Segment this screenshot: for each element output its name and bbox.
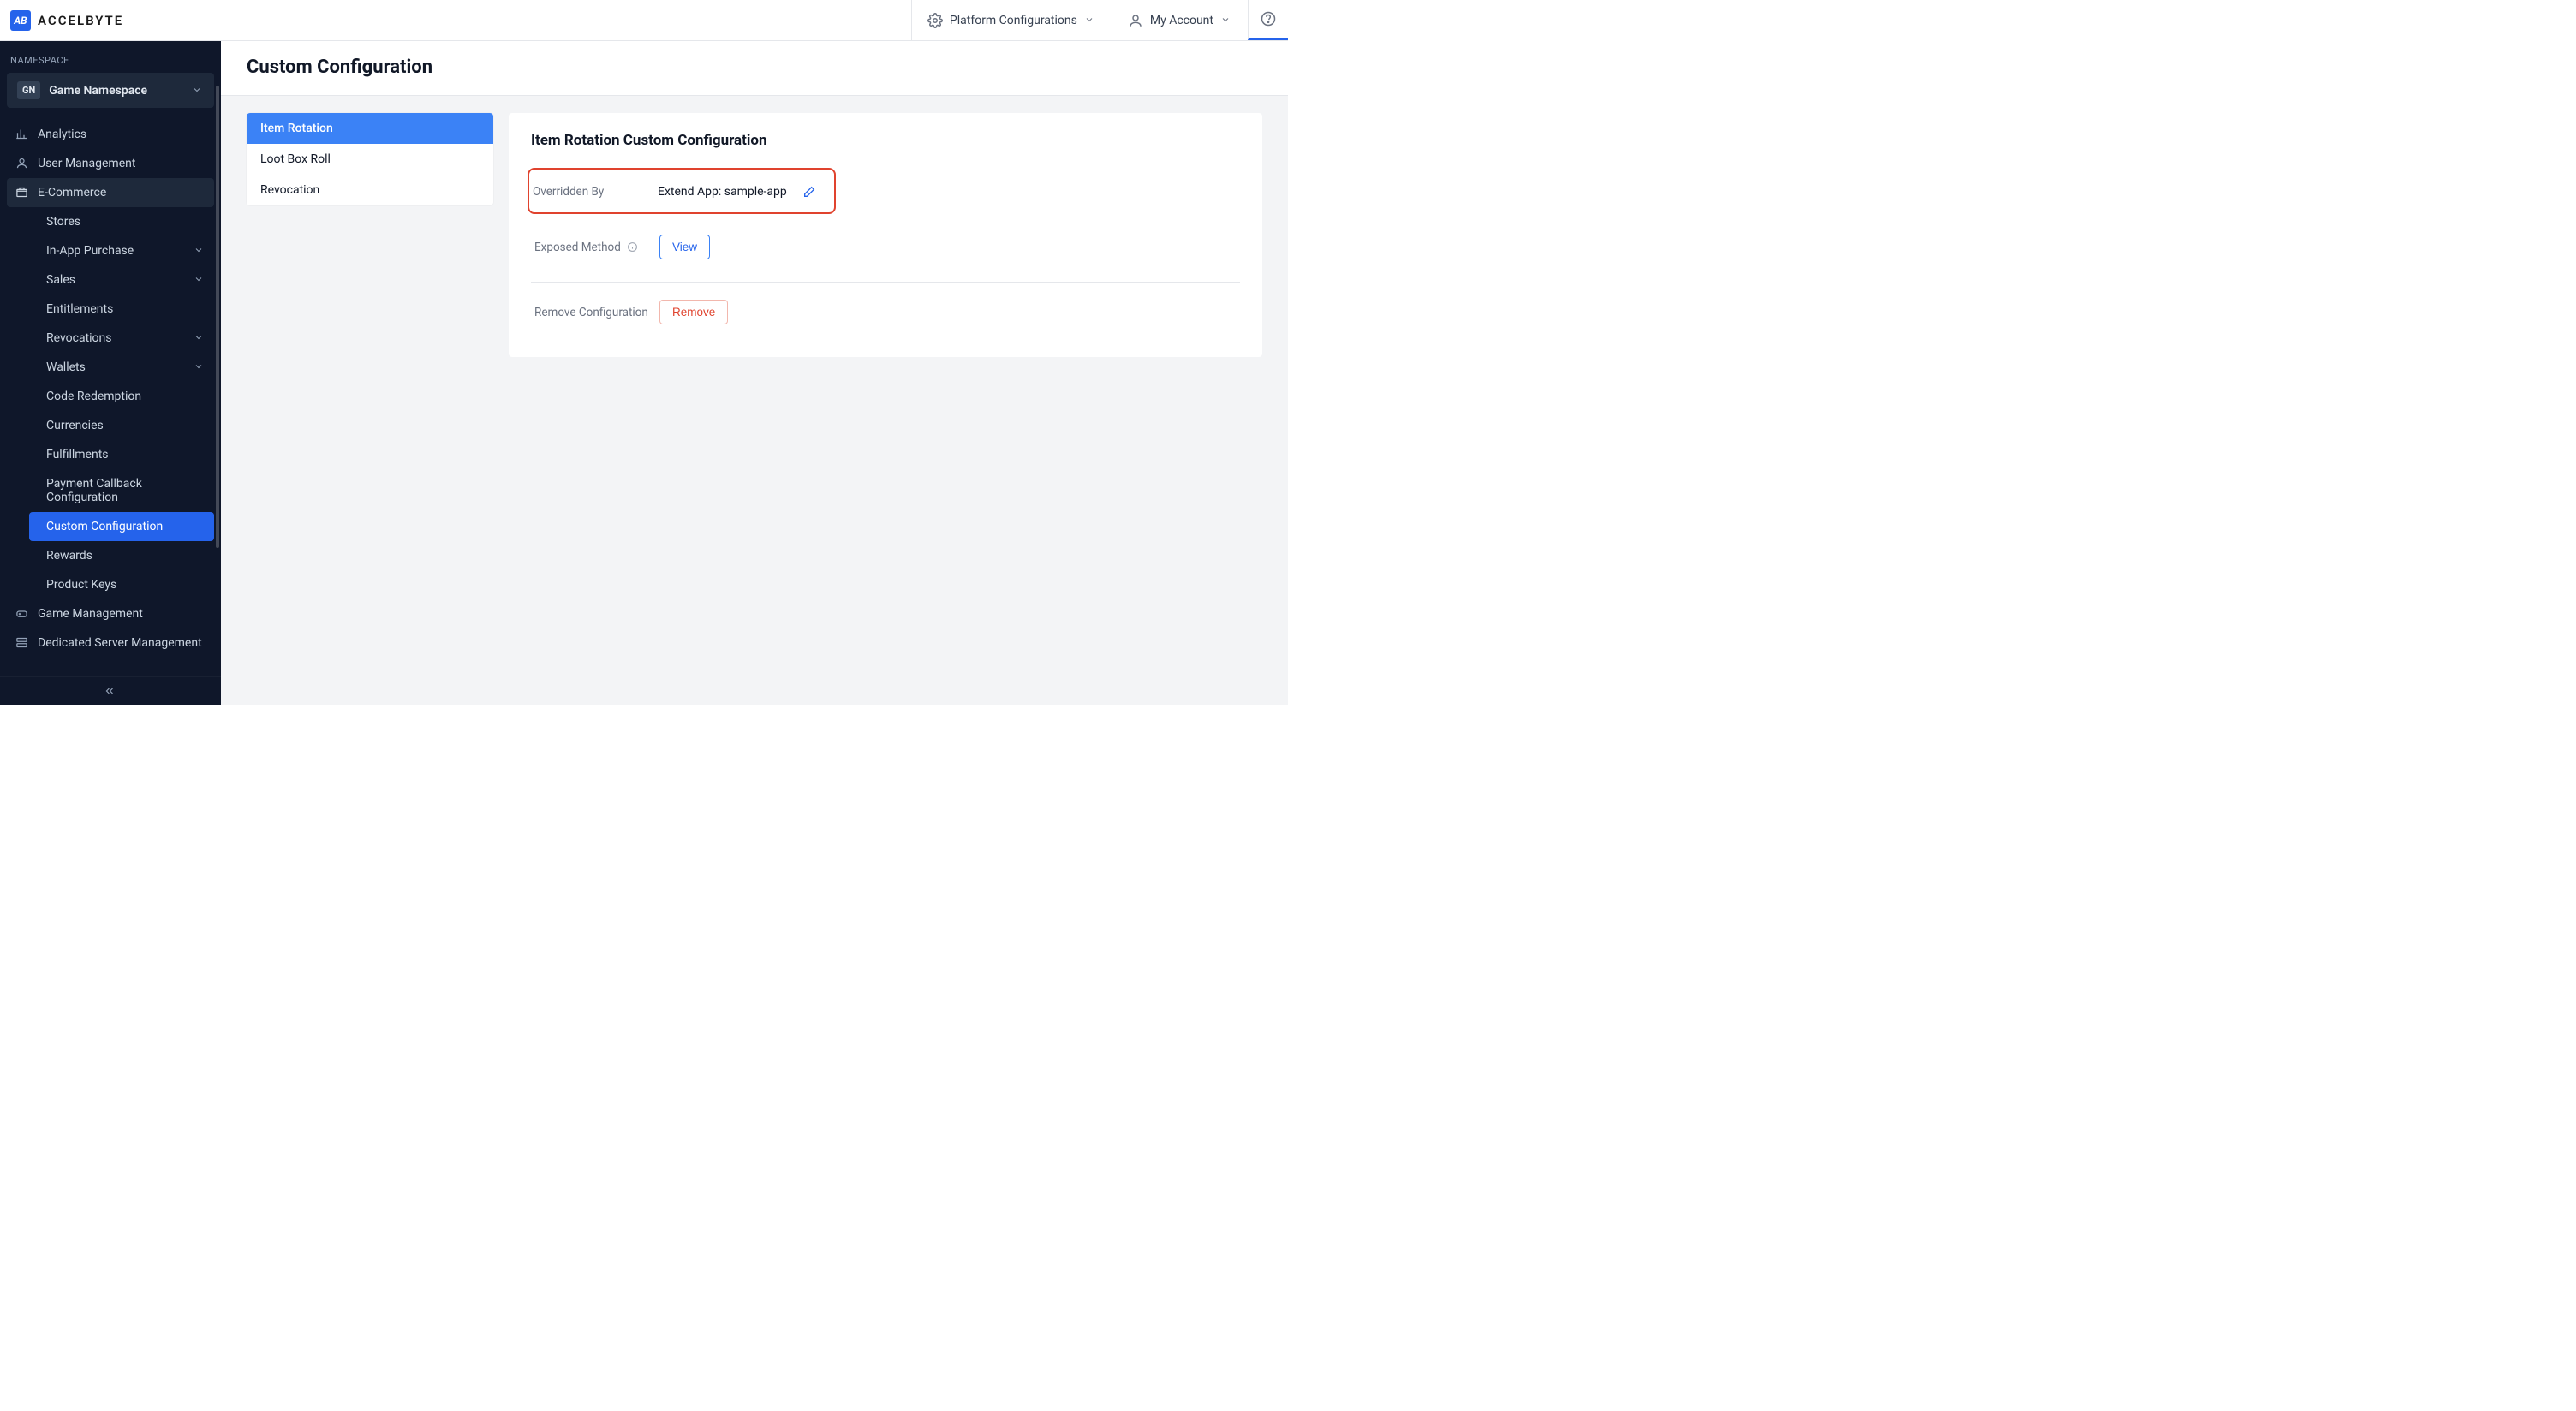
sidebar-item-code-redemption[interactable]: Code Redemption — [29, 382, 214, 411]
sidebar-item-label: Code Redemption — [46, 390, 141, 403]
ecommerce-submenu: Stores In-App Purchase Sales Entitlement… — [7, 207, 214, 599]
topbar: AB ACCELBYTE Platform Configurations My … — [0, 0, 1288, 41]
sidebar-item-label: Custom Configuration — [46, 520, 163, 533]
sidebar-item-label: Currencies — [46, 419, 104, 432]
namespace-section-label: NAMESPACE — [7, 51, 214, 73]
namespace-name: Game Namespace — [49, 84, 183, 98]
platform-configurations-menu[interactable]: Platform Configurations — [911, 0, 1112, 40]
brand-text: ACCELBYTE — [38, 13, 123, 28]
help-button[interactable] — [1248, 0, 1288, 40]
overridden-by-highlight: Overridden By Extend App: sample-app — [528, 168, 836, 214]
gear-icon — [927, 13, 943, 28]
sidebar-item-label: Entitlements — [46, 302, 113, 316]
my-account-label: My Account — [1150, 14, 1213, 27]
chevron-down-icon — [1084, 15, 1096, 27]
user-icon — [15, 157, 29, 170]
sidebar-item-label: E-Commerce — [38, 186, 106, 199]
sidebar-item-revocations[interactable]: Revocations — [29, 324, 214, 353]
namespace-picker[interactable]: GN Game Namespace — [7, 73, 214, 108]
chevron-down-icon — [194, 361, 206, 373]
sidebar-item-user-management[interactable]: User Management — [7, 149, 214, 178]
edit-icon[interactable] — [802, 185, 816, 199]
sidebar-item-currencies[interactable]: Currencies — [29, 411, 214, 440]
chevron-double-left-icon — [104, 685, 117, 699]
sidebar-item-label: Dedicated Server Management — [38, 636, 202, 650]
sidebar-item-entitlements[interactable]: Entitlements — [29, 295, 214, 324]
sidebar-item-in-app-purchase[interactable]: In-App Purchase — [29, 236, 214, 265]
chevron-down-icon — [194, 245, 206, 257]
sidebar-item-analytics[interactable]: Analytics — [7, 120, 214, 149]
chevron-down-icon — [192, 85, 204, 97]
page-title: Custom Configuration — [247, 57, 1262, 78]
sidebar-item-label: Sales — [46, 273, 75, 287]
sidebar-item-payment-callback-configuration[interactable]: Payment Callback Configuration — [29, 469, 214, 512]
card-title: Item Rotation Custom Configuration — [531, 132, 1240, 149]
sidebar-item-dedicated-server-management[interactable]: Dedicated Server Management — [7, 628, 214, 658]
info-icon[interactable] — [627, 241, 639, 253]
sidebar-item-label: Product Keys — [46, 578, 116, 592]
config-card: Item Rotation Custom Configuration Overr… — [509, 113, 1262, 357]
content-body: Item Rotation Loot Box Roll Revocation I… — [221, 96, 1288, 374]
sidebar-item-fulfillments[interactable]: Fulfillments — [29, 440, 214, 469]
page-header: Custom Configuration — [221, 41, 1288, 96]
sidebar-item-label: Analytics — [38, 128, 86, 141]
remove-configuration-label: Remove Configuration — [531, 306, 659, 319]
store-icon — [15, 186, 29, 199]
config-tabs: Item Rotation Loot Box Roll Revocation — [247, 113, 493, 205]
exposed-method-row: Exposed Method View — [531, 226, 1240, 283]
scrollbar[interactable] — [216, 86, 219, 548]
sidebar-item-label: Wallets — [46, 360, 86, 374]
sidebar-item-stores[interactable]: Stores — [29, 207, 214, 236]
sidebar-item-label: Revocations — [46, 331, 112, 345]
view-button[interactable]: View — [659, 235, 710, 259]
exposed-method-label: Exposed Method — [531, 241, 659, 254]
sidebar-item-label: User Management — [38, 157, 135, 170]
overridden-by-label: Overridden By — [529, 185, 658, 199]
remove-button[interactable]: Remove — [659, 300, 728, 324]
my-account-menu[interactable]: My Account — [1112, 0, 1248, 40]
chevron-down-icon — [194, 274, 206, 286]
sidebar-item-sales[interactable]: Sales — [29, 265, 214, 295]
chart-icon — [15, 128, 29, 141]
sidebar-item-wallets[interactable]: Wallets — [29, 353, 214, 382]
collapse-sidebar-button[interactable] — [0, 676, 221, 706]
user-icon — [1128, 13, 1143, 28]
remove-configuration-row: Remove Configuration Remove — [531, 291, 1240, 333]
sidebar-item-label: Stores — [46, 215, 80, 229]
platform-configurations-label: Platform Configurations — [950, 14, 1077, 27]
tab-loot-box-roll[interactable]: Loot Box Roll — [247, 144, 493, 175]
tab-item-rotation[interactable]: Item Rotation — [247, 113, 493, 144]
server-icon — [15, 636, 29, 650]
sidebar: NAMESPACE GN Game Namespace Analytics Us… — [0, 41, 221, 706]
main: Custom Configuration Item Rotation Loot … — [221, 41, 1288, 706]
tab-revocation[interactable]: Revocation — [247, 175, 493, 205]
topbar-right: Platform Configurations My Account — [911, 0, 1288, 40]
chevron-down-icon — [194, 332, 206, 344]
chevron-down-icon — [1220, 15, 1232, 27]
gamepad-icon — [15, 607, 29, 621]
sidebar-item-label: Rewards — [46, 549, 92, 563]
sidebar-item-game-management[interactable]: Game Management — [7, 599, 214, 628]
brand-logo: AB — [10, 10, 31, 31]
sidebar-item-ecommerce[interactable]: E-Commerce — [7, 178, 214, 207]
sidebar-item-label: In-App Purchase — [46, 244, 134, 258]
sidebar-item-label: Payment Callback Configuration — [46, 477, 206, 504]
namespace-badge: GN — [17, 81, 40, 99]
sidebar-item-label: Fulfillments — [46, 448, 109, 461]
sidebar-item-rewards[interactable]: Rewards — [29, 541, 214, 570]
help-icon — [1261, 11, 1276, 27]
sidebar-item-label: Game Management — [38, 607, 143, 621]
sidebar-item-custom-configuration[interactable]: Custom Configuration — [29, 512, 214, 541]
sidebar-item-product-keys[interactable]: Product Keys — [29, 570, 214, 599]
brand: AB ACCELBYTE — [10, 10, 123, 31]
overridden-by-value: Extend App: sample-app — [658, 185, 787, 199]
